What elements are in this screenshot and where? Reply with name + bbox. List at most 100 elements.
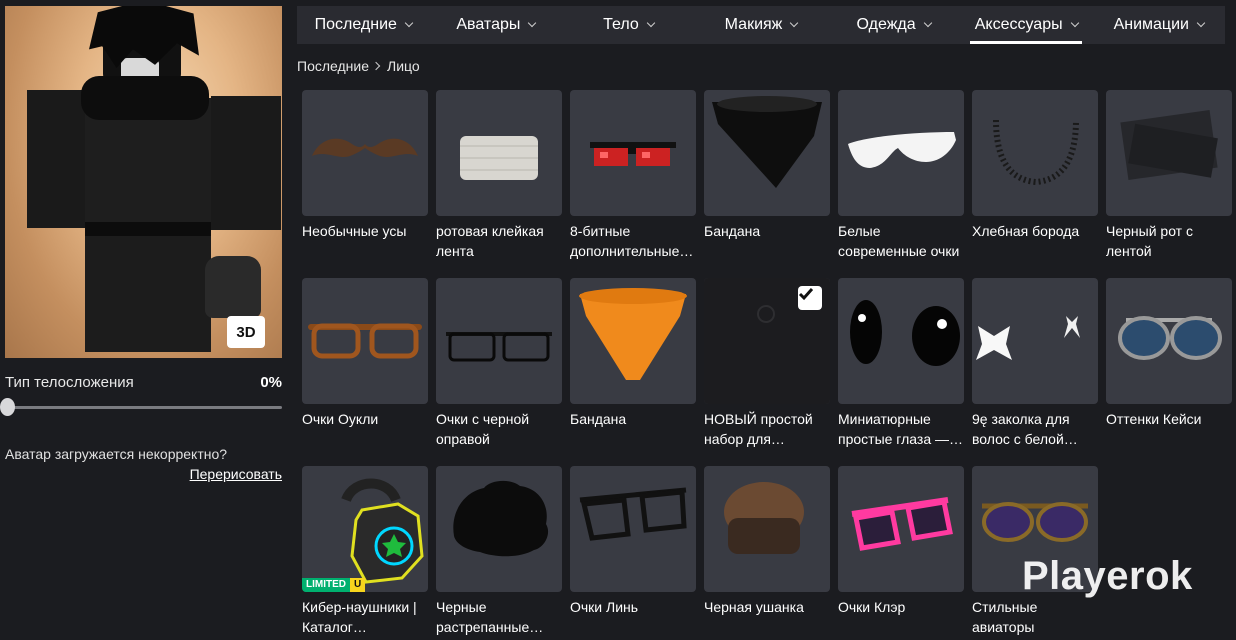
- avatar-scarf: [81, 76, 209, 120]
- item-thumbnail[interactable]: [436, 278, 562, 404]
- item-name[interactable]: Белые современные очки: [838, 221, 964, 261]
- catalog-item[interactable]: Белые современные очки: [838, 90, 964, 261]
- eyes-icon: [850, 300, 960, 366]
- catalog-item[interactable]: 8-битные дополнительные…: [570, 90, 696, 261]
- item-thumbnail[interactable]: [972, 90, 1098, 216]
- chevron-down-icon: [923, 18, 932, 28]
- body-type-slider-handle[interactable]: [0, 398, 15, 416]
- catalog-item[interactable]: НОВЫЙ простой набор для…: [704, 278, 830, 449]
- catalog-item[interactable]: Очки Линь: [570, 466, 696, 637]
- orange-bandana-icon: [579, 288, 687, 380]
- body-type-slider[interactable]: [5, 406, 282, 409]
- item-thumbnail[interactable]: LIMITED U: [302, 466, 428, 592]
- catalog-item[interactable]: Необычные усы: [302, 90, 428, 261]
- item-thumbnail[interactable]: [1106, 278, 1232, 404]
- view-3d-button[interactable]: 3D: [227, 316, 265, 348]
- item-thumbnail[interactable]: [570, 278, 696, 404]
- item-name[interactable]: Очки с черной оправой: [436, 409, 562, 449]
- tab-6[interactable]: Анимации: [1092, 6, 1225, 44]
- item-name[interactable]: Необычные усы: [302, 221, 428, 261]
- black-frame-glasses-icon: [446, 332, 552, 362]
- item-thumbnail[interactable]: [704, 278, 830, 404]
- item-name[interactable]: Черные растрепанные…: [436, 597, 562, 637]
- item-thumbnail[interactable]: [570, 466, 696, 592]
- item-name[interactable]: ротовая клейкая лента: [436, 221, 562, 261]
- catalog-item[interactable]: Черная ушанка: [704, 466, 830, 637]
- item-name[interactable]: 9ę заколка для волос с белой…: [972, 409, 1098, 449]
- bow-icon: [976, 316, 1080, 360]
- catalog-item[interactable]: Стильные авиаторы: [972, 466, 1098, 637]
- catalog-item[interactable]: Оттенки Кейси: [1106, 278, 1232, 449]
- item-thumbnail[interactable]: [570, 90, 696, 216]
- catalog-item[interactable]: Бандана: [704, 90, 830, 261]
- catalog-item[interactable]: ротовая клейкая лента: [436, 90, 562, 261]
- tab-0[interactable]: Последние: [297, 6, 430, 44]
- item-name[interactable]: Бандана: [570, 409, 696, 449]
- chevron-down-icon: [528, 18, 537, 28]
- item-name[interactable]: 8-битные дополнительные…: [570, 221, 696, 261]
- item-thumbnail[interactable]: [972, 278, 1098, 404]
- tab-2[interactable]: Тело: [562, 6, 695, 44]
- item-thumbnail[interactable]: [704, 90, 830, 216]
- catalog-item[interactable]: LIMITEDU Кибер-наушники | Каталог создате…: [302, 466, 428, 637]
- item-name[interactable]: Черный рот с лентой: [1106, 221, 1232, 261]
- catalog-item[interactable]: Очки Клэр: [838, 466, 964, 637]
- tab-4[interactable]: Одежда: [827, 6, 960, 44]
- item-thumbnail[interactable]: [436, 466, 562, 592]
- catalog-item[interactable]: Миниатюрные простые глаза —…: [838, 278, 964, 449]
- body-type-label: Тип телосложения: [5, 374, 134, 391]
- catalog-item[interactable]: Черные растрепанные…: [436, 466, 562, 637]
- item-name[interactable]: Хлебная борода: [972, 221, 1098, 261]
- tab-label: Аватары: [456, 16, 521, 33]
- item-thumbnail[interactable]: [302, 90, 428, 216]
- avatar-preview[interactable]: 3D: [5, 6, 282, 358]
- catalog-item[interactable]: Бандана: [570, 278, 696, 449]
- catalog-item[interactable]: 9ę заколка для волос с белой…: [972, 278, 1098, 449]
- item-thumbnail[interactable]: [838, 278, 964, 404]
- item-name[interactable]: Очки Клэр: [838, 597, 964, 637]
- beard-icon: [993, 119, 1079, 186]
- avatar-right-arm: [211, 96, 281, 230]
- chevron-down-icon: [404, 18, 414, 28]
- tab-label: Одежда: [856, 16, 916, 33]
- limited-u-label: U: [350, 578, 366, 592]
- tab-3[interactable]: Макияж: [695, 6, 828, 44]
- tab-5[interactable]: Аксессуары: [960, 6, 1093, 44]
- item-thumbnail[interactable]: [1106, 90, 1232, 216]
- pixel-glasses-icon: [590, 142, 676, 166]
- item-thumbnail[interactable]: [302, 278, 428, 404]
- chevron-down-icon: [1196, 18, 1206, 28]
- breadcrumb-current: Лицо: [387, 58, 420, 74]
- item-name[interactable]: Бандана: [704, 221, 830, 261]
- chevron-down-icon: [790, 18, 799, 28]
- selected-checkmark-icon[interactable]: [798, 286, 822, 310]
- catalog-item[interactable]: Черный рот с лентой: [1106, 90, 1232, 261]
- tape-icon: [460, 136, 538, 180]
- item-thumbnail[interactable]: [436, 90, 562, 216]
- item-name[interactable]: НОВЫЙ простой набор для…: [704, 409, 830, 449]
- item-thumbnail[interactable]: [838, 466, 964, 592]
- item-name[interactable]: Очки Линь: [570, 597, 696, 637]
- catalog-item[interactable]: Очки Оукли: [302, 278, 428, 449]
- item-name[interactable]: Стильные авиаторы: [972, 597, 1098, 637]
- item-name[interactable]: Черная ушанка: [704, 597, 830, 637]
- item-name[interactable]: Кибер-наушники | Каталог создател…: [302, 597, 428, 637]
- breadcrumb-parent[interactable]: Последние: [297, 58, 369, 74]
- catalog-item[interactable]: Очки с черной оправой: [436, 278, 562, 449]
- redraw-link[interactable]: Перерисовать: [190, 466, 282, 482]
- tab-1[interactable]: Аватары: [430, 6, 563, 44]
- pink-glasses-icon: [851, 497, 953, 551]
- item-name[interactable]: Очки Оукли: [302, 409, 428, 449]
- tab-label: Аксессуары: [974, 16, 1063, 33]
- item-thumbnail[interactable]: [704, 466, 830, 592]
- messy-hair-icon: [453, 480, 549, 557]
- limited-label: LIMITED: [302, 578, 350, 592]
- item-thumbnail[interactable]: [838, 90, 964, 216]
- avatar-issue-text: Аватар загружается некорректно?: [5, 446, 228, 462]
- category-tabs: Последние Аватары Тело Макияж Одежда Аксессуа…: [297, 6, 1225, 44]
- body-type-value: 0%: [260, 374, 282, 391]
- avatar-belt: [85, 222, 211, 236]
- item-name[interactable]: Оттенки Кейси: [1106, 409, 1232, 449]
- catalog-item[interactable]: Хлебная борода: [972, 90, 1098, 261]
- item-name[interactable]: Миниатюрные простые глаза —…: [838, 409, 964, 449]
